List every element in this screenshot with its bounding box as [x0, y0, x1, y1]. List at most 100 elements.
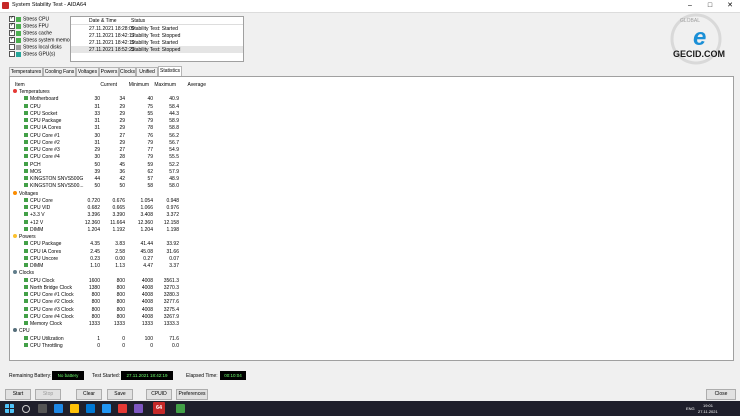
table-row[interactable]: +12 V 12.360 11.664 12.360 12.158 [10, 219, 733, 226]
tab-unified[interactable]: Unified [136, 67, 158, 76]
table-row[interactable]: KINGSTON SNVS500G 44 42 57 48.9 [10, 175, 733, 182]
tab-cooling-fans[interactable]: Cooling Fans [43, 67, 76, 76]
table-row[interactable]: CPU VID 0.682 0.665 1.066 0.976 [10, 204, 733, 211]
cpuid-button[interactable]: CPUID [146, 389, 172, 400]
search-icon[interactable] [22, 405, 30, 413]
tab-temperatures[interactable]: Temperatures [9, 67, 43, 76]
table-row[interactable]: Memory Clock 1333 1333 1333 1333.3 [10, 320, 733, 327]
log-row[interactable]: 27.11.2021 18:42:17 Stability Test: Stopp… [71, 32, 243, 39]
preferences-button[interactable]: Preferences [176, 389, 208, 400]
app-icon-red[interactable] [118, 404, 127, 413]
edge-icon[interactable] [54, 404, 63, 413]
windows-start-icon[interactable] [5, 404, 14, 413]
table-row[interactable]: CPU Core #3 29 27 77 54.9 [10, 146, 733, 153]
aida64-taskbar-icon[interactable]: 64 [153, 402, 165, 414]
stress-checkbox[interactable] [9, 36, 15, 43]
sensor-icon [24, 96, 28, 101]
table-row[interactable]: CPU Core 0.720 0.676 1.054 0.948 [10, 197, 733, 204]
group-row[interactable]: Clocks [10, 269, 733, 276]
table-row[interactable]: CPU Throttling 0 0 0 0.0 [10, 342, 733, 349]
table-row[interactable]: CPU Uncore 0.23 0.00 0.27 0.07 [10, 255, 733, 262]
group-row[interactable]: Voltages [10, 190, 733, 197]
value-average: 0.976 [166, 205, 179, 211]
start-button[interactable]: Start [5, 389, 31, 400]
table-row[interactable]: CPU 31 29 75 58.4 [10, 103, 733, 110]
stability-log-table[interactable]: Date & Time Status 27.11.2021 18:28:09 St… [70, 16, 244, 62]
aida64-app-icon [2, 2, 9, 9]
table-row[interactable]: CPU Core #4 Clock 800 800 4008 3267.9 [10, 313, 733, 320]
log-header-status: Status [131, 18, 146, 24]
log-row[interactable]: 27.11.2021 18:42:19 Stability Test: Start… [71, 39, 243, 46]
task-view-icon[interactable] [38, 404, 47, 413]
group-row[interactable]: CPU [10, 327, 733, 334]
close-button[interactable]: Close [706, 389, 736, 400]
table-row[interactable]: Motherboard 30 34 40 40.9 [10, 95, 733, 102]
stress-option-label: Stress GPU(s) [23, 51, 56, 58]
sensor-label: Memory Clock [30, 321, 62, 327]
tab-clocks[interactable]: Clocks [119, 67, 136, 76]
file-explorer-icon[interactable] [70, 404, 79, 413]
stress-option[interactable]: Stress FPU [9, 22, 49, 30]
table-row[interactable]: CPU Core #3 Clock 800 800 4008 3275.4 [10, 306, 733, 313]
table-row[interactable]: PCH 50 45 59 52.2 [10, 161, 733, 168]
log-row[interactable]: 27.11.2021 18:52:23 Stability Test: Stopp… [71, 46, 243, 53]
stress-option[interactable]: Stress system memory [9, 36, 74, 44]
table-row[interactable]: CPU Core #2 31 29 79 56.7 [10, 139, 733, 146]
stress-option[interactable]: Stress cache [9, 29, 52, 37]
table-row[interactable]: CPU Package 31 29 79 58.9 [10, 117, 733, 124]
value-average: 44.3 [169, 110, 179, 117]
table-row[interactable]: MOS 39 36 62 57.9 [10, 168, 733, 175]
table-row[interactable]: CPU IA Cores 31 29 78 58.8 [10, 124, 733, 131]
clock-date[interactable]: 27.11.2021 [698, 409, 718, 414]
table-row[interactable]: DIMM 1.10 1.13 4.47 3.37 [10, 262, 733, 269]
log-status: Stability Test: Stopped [131, 47, 181, 53]
sensor-icon [24, 248, 28, 253]
table-row[interactable]: CPU Clock 1600 800 4008 3561.3 [10, 277, 733, 284]
tab-powers[interactable]: Powers [99, 67, 119, 76]
stress-option-label: Stress local disks [23, 44, 62, 51]
table-row[interactable]: CPU Core #1 30 27 76 56.2 [10, 132, 733, 139]
save-button[interactable]: Save [107, 389, 133, 400]
sensor-icon [24, 284, 28, 289]
table-row[interactable]: CPU Core #1 Clock 800 800 4008 3280.3 [10, 291, 733, 298]
sensor-label: MOS [30, 168, 42, 175]
stress-option[interactable]: Stress local disks [9, 44, 62, 51]
tab-statistics[interactable]: Statistics [158, 66, 182, 76]
value-average: 12.158 [163, 219, 179, 226]
clock-time[interactable]: 19:01 [703, 403, 713, 408]
table-row[interactable]: CPU Core #2 Clock 800 800 4008 3277.6 [10, 298, 733, 305]
stop-button[interactable]: Stop [35, 389, 61, 400]
mail-icon[interactable] [102, 404, 111, 413]
sensor-label: CPU Package [30, 118, 62, 124]
table-row[interactable]: DIMM 1.204 1.192 1.204 1.198 [10, 226, 733, 233]
stress-checkbox[interactable] [9, 51, 15, 57]
table-row[interactable]: +3.3 V 3.396 3.390 3.408 3.372 [10, 211, 733, 218]
sensor-icon [24, 154, 28, 159]
store-icon[interactable] [86, 404, 95, 413]
sensor-label: Motherboard [30, 96, 59, 103]
app-icon-green[interactable] [176, 404, 185, 413]
stress-checkbox[interactable] [9, 44, 15, 50]
clear-button[interactable]: Clear [76, 389, 102, 400]
table-row[interactable]: CPU Utilization 1 0 100 71.6 [10, 335, 733, 342]
table-row[interactable]: CPU Socket 33 29 55 44.3 [10, 110, 733, 117]
table-row[interactable]: KINGSTON SNVS500... 50 50 58 58.0 [10, 182, 733, 189]
log-row[interactable]: 27.11.2021 18:28:09 Stability Test: Start… [71, 25, 243, 32]
table-row[interactable]: CPU IA Cores 2.45 2.58 45.08 31.66 [10, 248, 733, 255]
sensor-label: CPU Utilization [30, 335, 64, 342]
sensor-label: +3.3 V [30, 212, 45, 219]
table-row[interactable]: CPU Package 4.35 3.83 41.44 33.92 [10, 240, 733, 247]
stress-option[interactable]: Stress GPU(s) [9, 51, 55, 58]
tab-voltages[interactable]: Voltages [76, 67, 99, 76]
language-indicator[interactable]: ENG [686, 406, 695, 411]
value-average: 56.2 [169, 132, 179, 139]
table-row[interactable]: CPU Core #4 30 28 79 55.5 [10, 153, 733, 160]
group-label: Clocks [19, 270, 35, 277]
value-average: 3277.6 [163, 299, 179, 306]
table-row[interactable]: North Bridge Clock 1380 800 4008 3270.3 [10, 284, 733, 291]
stress-option[interactable]: Stress CPU [9, 15, 49, 23]
group-row[interactable]: Temperatures [10, 88, 733, 95]
sensor-icon [24, 161, 28, 166]
app-icon-purple[interactable] [134, 404, 143, 413]
group-row[interactable]: Powers [10, 233, 733, 240]
